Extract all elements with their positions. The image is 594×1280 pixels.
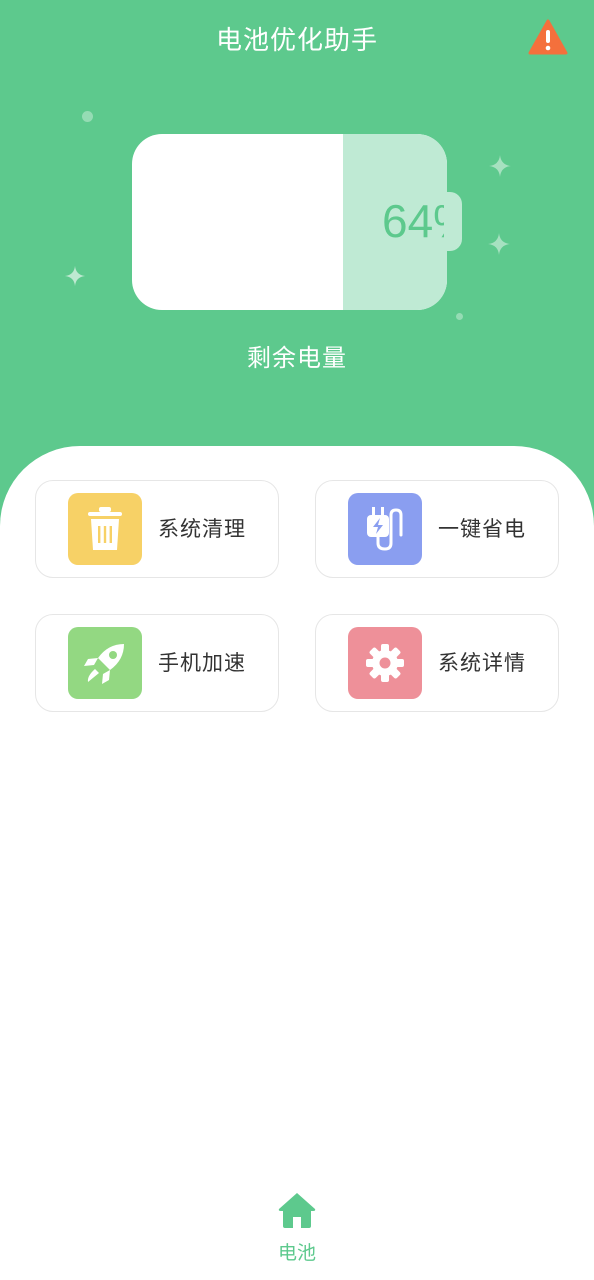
clean-system-button[interactable]: 系统清理 xyxy=(35,480,279,578)
decor-dot xyxy=(456,313,463,320)
phone-boost-button[interactable]: 手机加速 xyxy=(35,614,279,712)
card-label: 系统详情 xyxy=(438,651,526,675)
battery-percent-wrap: 64% xyxy=(132,134,447,310)
system-details-button[interactable]: 系统详情 xyxy=(315,614,559,712)
card-icon-box xyxy=(68,493,142,565)
card-label: 手机加速 xyxy=(158,651,246,675)
battery-label: 剩余电量 xyxy=(247,344,347,372)
battery-percent: 64% xyxy=(382,195,447,247)
tab-battery[interactable]: 电池 xyxy=(257,1190,337,1270)
app-title: 电池优化助手 xyxy=(215,26,378,56)
battery-tip xyxy=(444,192,462,251)
actions-panel: 系统清理 一键省电 手机加速 系统详情 xyxy=(0,446,594,1280)
card-icon-box xyxy=(348,493,422,565)
battery-indicator: 64% xyxy=(132,134,447,310)
card-icon-box xyxy=(348,627,422,699)
sparkle-icon xyxy=(488,233,510,255)
card-icon-box xyxy=(68,627,142,699)
warning-icon[interactable] xyxy=(528,19,568,55)
gear-icon xyxy=(366,644,404,682)
tab-label: 电池 xyxy=(277,1242,316,1264)
card-label: 一键省电 xyxy=(438,517,526,541)
charger-icon xyxy=(367,507,403,551)
decor-dot xyxy=(82,111,93,122)
home-icon xyxy=(278,1193,316,1228)
sparkle-icon xyxy=(489,155,511,177)
trash-icon xyxy=(88,507,122,550)
sparkle-icon xyxy=(64,265,86,287)
rocket-icon xyxy=(84,644,124,684)
card-label: 系统清理 xyxy=(158,517,246,541)
power-save-button[interactable]: 一键省电 xyxy=(315,480,559,578)
